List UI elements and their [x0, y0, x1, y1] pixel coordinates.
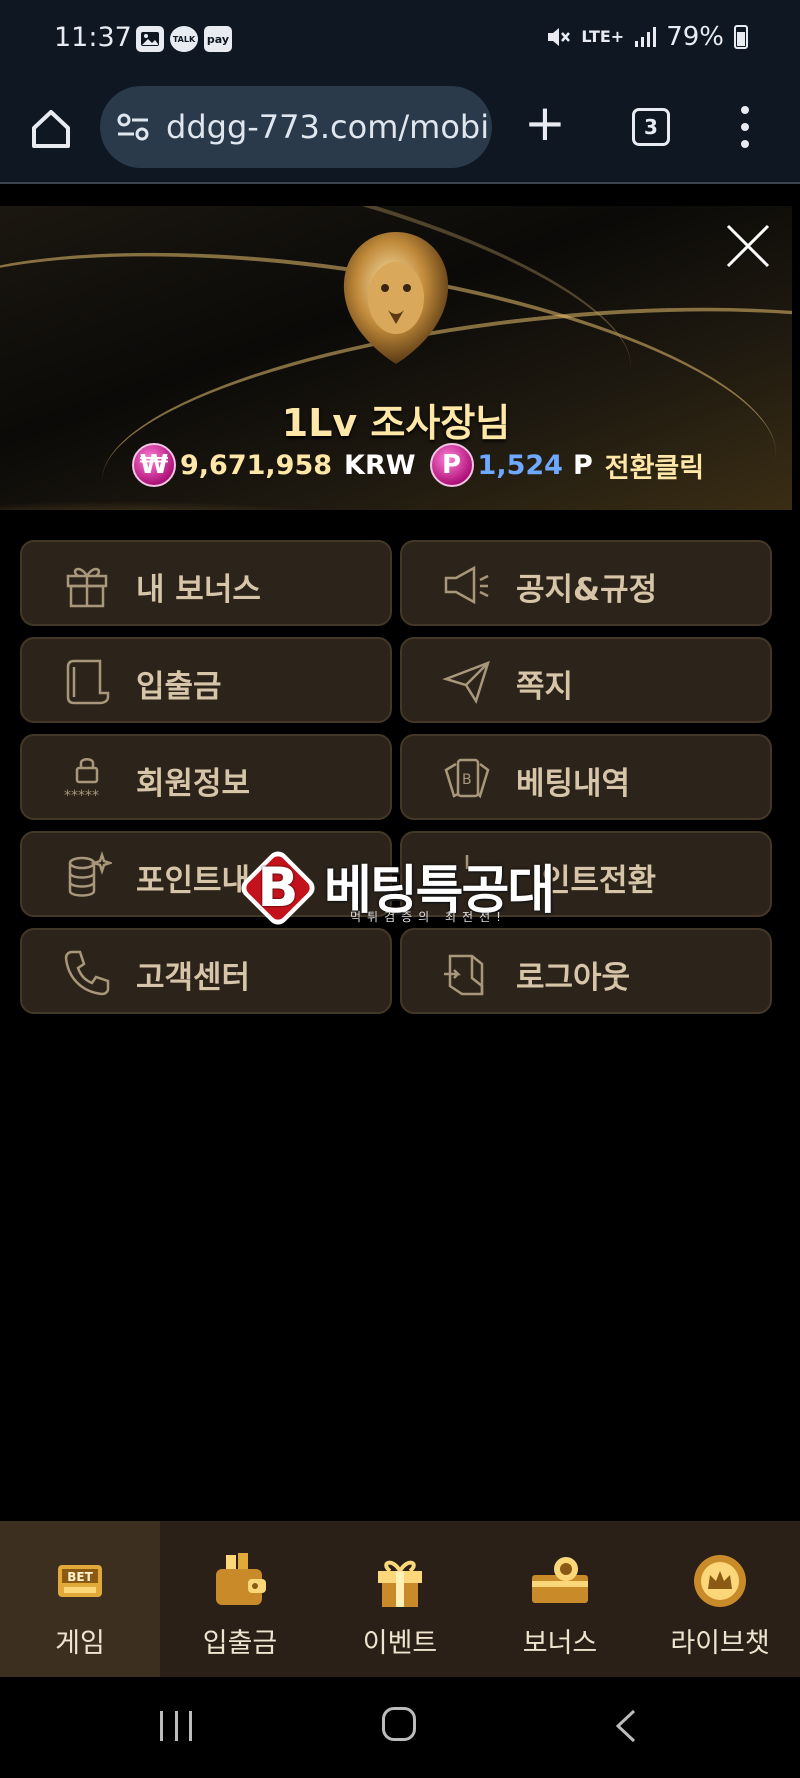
menu-label: 입출금 — [136, 669, 222, 705]
gift-icon — [66, 567, 108, 608]
menu-message[interactable]: 쪽지 — [400, 637, 772, 723]
recents-icon[interactable] — [160, 1711, 192, 1741]
bet-icon-label: BET — [67, 1570, 93, 1584]
tab-deposit[interactable]: 입출금 — [160, 1521, 320, 1677]
address-bar[interactable]: ddgg-773.com/mobil — [100, 86, 492, 168]
menu-label: 베팅내역 — [516, 766, 631, 802]
menu-label: 쪽지 — [516, 669, 574, 705]
point-convert-link[interactable]: 전환클릭 — [605, 446, 704, 485]
system-status: LTE+ 79% — [545, 22, 748, 52]
status-time: 11:37 — [54, 22, 132, 53]
back-icon[interactable] — [612, 1709, 642, 1743]
lion-emblem-icon — [343, 232, 449, 364]
megaphone-icon — [444, 565, 489, 605]
mute-icon — [548, 28, 571, 46]
tab-label: 게임 — [55, 1628, 105, 1659]
menu-member-info[interactable]: ***** 회원정보 — [20, 734, 392, 820]
watermark-logo: B 베팅특공대 먹튀검증의 최전선! — [237, 847, 562, 929]
tab-label: 이벤트 — [362, 1628, 438, 1659]
menu-support[interactable]: 고객센터 — [20, 928, 392, 1014]
user-level-name: 1Lv 조사장님 — [281, 401, 511, 445]
bonus-icon — [532, 1557, 588, 1603]
notification-icons: TALK pay — [136, 26, 232, 52]
won-symbol: ₩ — [139, 450, 169, 480]
point-symbol: P — [442, 450, 462, 480]
svg-text:B: B — [462, 772, 472, 788]
phone-icon — [64, 950, 110, 996]
crown-chat-icon — [694, 1555, 746, 1607]
tab-label: 라이브챗 — [670, 1628, 770, 1659]
menu-logout[interactable]: 로그아웃 — [400, 928, 772, 1014]
money-unit: KRW — [344, 449, 416, 481]
svg-text:*****: ***** — [64, 788, 99, 804]
new-tab-icon[interactable]: + — [524, 98, 566, 148]
tab-label: 입출금 — [202, 1628, 278, 1659]
image-icon — [136, 26, 164, 52]
wallet-icon — [216, 1553, 266, 1605]
profile-banner: 1Lv 조사장님 ₩ 9,671,958 KRW P 1,524 P 전환클릭 — [0, 206, 792, 510]
point-unit: P — [572, 449, 593, 481]
watermark-badge-letter: B — [257, 856, 299, 919]
home-icon[interactable] — [26, 104, 76, 154]
menu-label: 로그아웃 — [516, 960, 631, 996]
signal-icon — [635, 27, 657, 47]
browser-toolbar: ddgg-773.com/mobil + 3 — [0, 80, 800, 184]
menu-notice[interactable]: 공지&규정 — [400, 540, 772, 626]
receipt-icon — [66, 659, 110, 705]
menu-label: 고객센터 — [136, 960, 251, 996]
tab-switcher-button[interactable]: 3 — [632, 108, 670, 146]
bottom-tab-bar: BET 게임 입출금 이벤트 보너스 라이브챗 — [0, 1521, 800, 1677]
menu-bet-history[interactable]: B 베팅내역 — [400, 734, 772, 820]
menu-label: 공지&규정 — [516, 572, 658, 608]
coins-icon — [68, 851, 112, 897]
system-navigation-bar — [0, 1677, 800, 1778]
tab-event[interactable]: 이벤트 — [320, 1521, 480, 1677]
system-home-icon[interactable] — [382, 1707, 416, 1741]
gift-icon — [378, 1560, 422, 1607]
menu-my-bonus[interactable]: 내 보너스 — [20, 540, 392, 626]
point-coin-icon: P — [429, 443, 474, 487]
pay-icon-label: pay — [206, 32, 230, 46]
menu-label: 포인트내 — [136, 863, 251, 899]
pay-icon: pay — [204, 26, 232, 52]
more-menu-icon[interactable] — [740, 106, 750, 148]
account-menu: 내 보너스 공지&규정 입출금 쪽지 ***** 회원정보 B 베팅내역 포인트… — [20, 540, 772, 1014]
point-amount: 1,524 — [477, 449, 563, 481]
send-icon — [442, 660, 490, 704]
menu-label: 회원정보 — [136, 766, 251, 802]
won-coin-icon: ₩ — [132, 443, 176, 487]
url-text[interactable]: ddgg-773.com/mobil — [166, 108, 492, 146]
menu-deposit[interactable]: 입출금 — [20, 637, 392, 723]
tab-live-chat[interactable]: 라이브챗 — [640, 1521, 800, 1677]
cards-icon: B — [444, 758, 490, 799]
talk-icon-label: TALK — [172, 34, 196, 44]
menu-label: 내 보너스 — [136, 572, 261, 608]
wallet-summary: ₩ 9,671,958 KRW P 1,524 P 전환클릭 — [132, 442, 704, 488]
status-bar: 11:37 TALK pay LTE+ 79% — [0, 0, 800, 80]
tab-game[interactable]: BET 게임 — [0, 1521, 160, 1677]
battery-icon — [734, 25, 748, 49]
watermark-subtitle: 먹튀검증의 최전선! — [350, 910, 507, 924]
site-settings-icon[interactable] — [116, 110, 150, 144]
money-amount: 9,671,958 — [180, 449, 333, 481]
lock-password-icon: ***** — [64, 758, 99, 804]
network-type: LTE+ — [581, 27, 625, 46]
talk-icon: TALK — [170, 26, 198, 52]
close-icon[interactable] — [722, 220, 774, 272]
tab-bonus[interactable]: 보너스 — [480, 1521, 640, 1677]
bet-icon: BET — [58, 1565, 102, 1597]
battery-percent: 79% — [666, 22, 724, 52]
tab-label: 보너스 — [522, 1628, 598, 1659]
logout-icon — [444, 954, 484, 996]
